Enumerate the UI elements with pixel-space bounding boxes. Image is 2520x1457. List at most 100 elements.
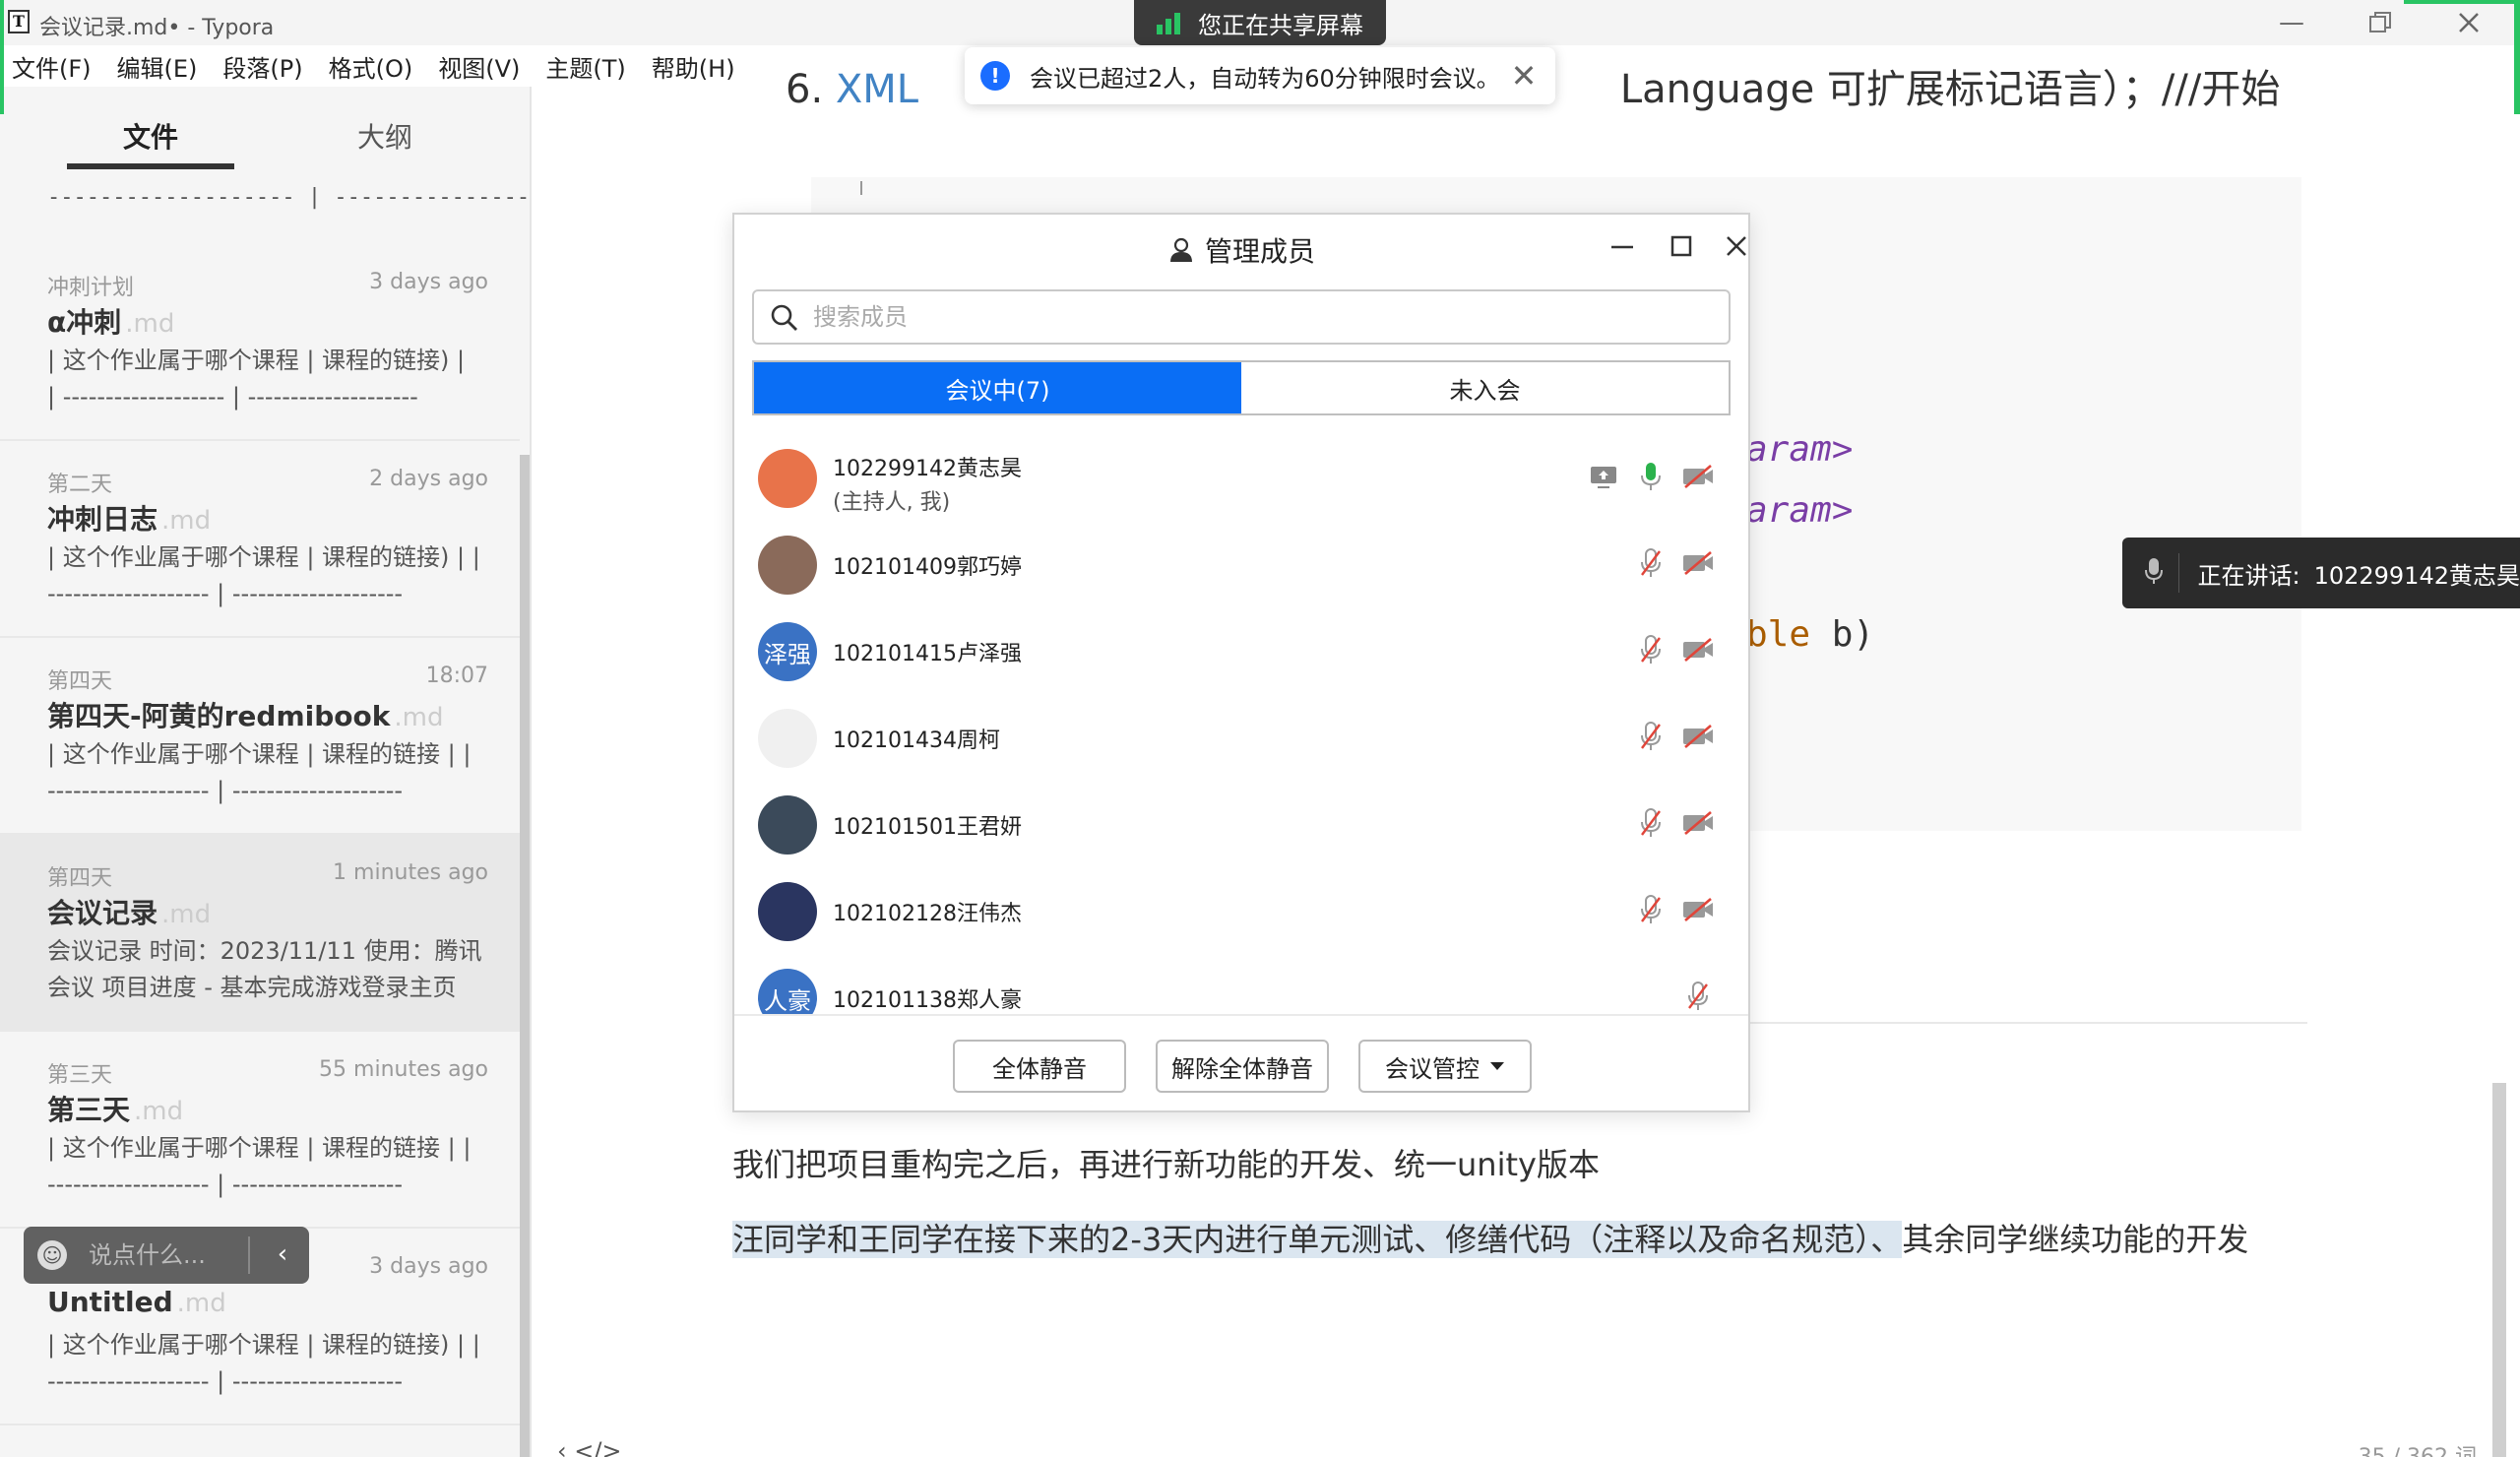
menu-paragraph[interactable]: 段落(P) (222, 49, 302, 84)
tab-in-meeting[interactable]: 会议中(7) (754, 362, 1241, 413)
xml-link[interactable]: XML (836, 67, 918, 112)
member-row[interactable]: 102101409郭巧婷 (734, 520, 1748, 606)
camera-off-icon[interactable] (1681, 894, 1715, 925)
member-name: 102101434周柯 (833, 728, 1000, 753)
mic-on-icon[interactable] (1634, 461, 1668, 492)
mic-muted-icon[interactable] (1634, 721, 1668, 752)
member-row[interactable]: 102299142黄志昊 (主持人, 我) (734, 433, 1748, 520)
menu-format[interactable]: 格式(O) (329, 49, 413, 84)
maximize-window-button[interactable] (2359, 4, 2402, 41)
heading-text: Language 可扩展标记语言）；///开始 (1619, 67, 2281, 112)
file-card[interactable]: 第二天 2 days ago 冲刺日志 .md | 这个作业属于哪个课程 | 课程… (0, 441, 520, 638)
member-controls (1634, 894, 1715, 925)
search-member-input[interactable] (813, 291, 1699, 343)
search-icon (771, 304, 797, 331)
chat-input[interactable] (79, 1227, 256, 1284)
camera-off-icon[interactable] (1681, 721, 1715, 752)
member-row[interactable]: 人豪 102101138郑人豪 (734, 953, 1748, 1014)
tab-files[interactable]: 文件 (67, 116, 234, 156)
active-tab-indicator (67, 163, 234, 169)
avatar: 泽强 (758, 622, 817, 681)
editor-scrollbar[interactable] (2492, 1083, 2506, 1457)
minimize-window-button[interactable]: — (2270, 4, 2313, 41)
member-row[interactable]: 泽强 102101415卢泽强 (734, 606, 1748, 693)
manage-members-dialog: 管理成员 会议中(7) 未入会 102299142黄志昊 (主持人, 我) 1021… (732, 213, 1750, 1112)
file-time: 3 days ago (369, 270, 488, 294)
avatar: 人豪 (758, 969, 817, 1014)
file-excerpt: 会议记录 时间：2023/11/11 使用：腾讯 会议 项目进度 - 基本完成游… (47, 937, 482, 1001)
mute-all-button[interactable]: 全体静音 (953, 1040, 1126, 1093)
file-title: 会议记录 .md (47, 897, 212, 929)
close-icon (2459, 13, 2479, 32)
file-excerpt: | 这个作业属于哪个课程 | 课程的链接 | | ---------------… (47, 740, 472, 804)
collapse-chat-button[interactable]: ‹ (266, 1238, 299, 1272)
mic-muted-icon[interactable] (1634, 547, 1668, 579)
divider (248, 1236, 250, 1274)
member-name: 102299142黄志昊 (833, 457, 1022, 481)
file-folder: 第四天 (47, 669, 113, 694)
code-cursor (860, 181, 862, 195)
dialog-title-wrap: 管理成员 (1167, 230, 1315, 270)
tab-not-joined[interactable]: 未入会 (1241, 362, 1729, 413)
word-count[interactable]: 35 / 362 词 (2359, 1439, 2477, 1457)
heading-number: 6. (786, 67, 824, 112)
minimize-dialog-button[interactable] (1601, 228, 1644, 272)
close-window-button[interactable] (2447, 4, 2490, 41)
member-row[interactable]: 102102128汪伟杰 (734, 866, 1748, 953)
divider (2178, 553, 2180, 593)
mic-muted-icon[interactable] (1634, 894, 1668, 925)
camera-off-icon[interactable] (1681, 634, 1715, 665)
maximize-dialog-button[interactable] (1660, 228, 1703, 272)
file-folder: 冲刺计划 (47, 276, 135, 300)
camera-off-icon[interactable] (1681, 807, 1715, 839)
file-ext: .md (161, 900, 212, 929)
unmute-all-button[interactable]: 解除全体静音 (1156, 1040, 1329, 1093)
mic-icon (2138, 557, 2169, 589)
avatar (758, 449, 817, 508)
mic-muted-icon[interactable] (1634, 634, 1668, 665)
file-card[interactable]: 第三天 55 minutes ago 第三天 .md | 这个作业属于哪个课程 |… (0, 1032, 520, 1229)
file-excerpt: | 这个作业属于哪个课程 | 课程的链接) | | --------------… (47, 543, 480, 607)
member-row[interactable]: 102101434周柯 (734, 693, 1748, 780)
footer-controls[interactable]: ‹ </> (557, 1437, 622, 1457)
file-excerpt: | 这个作业属于哪个课程 | 课程的链接) | | --------------… (47, 1331, 480, 1395)
screen-share-indicator[interactable]: 您正在共享屏幕 (1134, 0, 1386, 45)
file-time: 55 minutes ago (319, 1057, 488, 1082)
meeting-control-button[interactable]: 会议管控 (1358, 1040, 1532, 1093)
paragraph: 我们把项目重构完之后，再进行新功能的开发、统一unity版本 (732, 1146, 1600, 1183)
sidebar-scrollbar[interactable] (520, 455, 530, 1457)
avatar (758, 882, 817, 941)
file-ext: .md (394, 703, 444, 732)
member-controls (1681, 981, 1715, 1012)
mic-muted-icon[interactable] (1634, 807, 1668, 839)
tab-outline[interactable]: 大纲 (301, 116, 469, 156)
meeting-control-label: 会议管控 (1385, 1054, 1480, 1083)
file-card[interactable]: 第四天 18:07 第四天-阿黄的redmibook .md | 这个作业属于哪个… (0, 638, 520, 835)
meeting-notification: ! 会议已超过2人，自动转为60分钟限时会议。 ✕ (965, 47, 1555, 104)
paragraph-selected: 汪同学和王同学在接下来的2-3天内进行单元测试、修缮代码（注释以及命名规范）、其… (732, 1221, 2249, 1258)
member-name: 102101415卢泽强 (833, 642, 1022, 666)
member-row[interactable]: 102101501王君妍 (734, 780, 1748, 866)
close-dialog-button[interactable] (1715, 228, 1758, 272)
menu-view[interactable]: 视图(V) (438, 49, 520, 84)
window-title: 会议记录.md• - Typora (39, 16, 275, 40)
file-card-active[interactable]: 第四天 1 minutes ago 会议记录 .md 会议记录 时间：2023/1… (0, 835, 520, 1032)
menu-file[interactable]: 文件(F) (12, 49, 92, 84)
mic-muted-icon[interactable] (1681, 981, 1715, 1012)
member-controls (1634, 547, 1715, 579)
file-time: 2 days ago (369, 467, 488, 491)
camera-off-icon[interactable] (1681, 547, 1715, 579)
file-card[interactable]: 冲刺计划 3 days ago α冲刺 .md | 这个作业属于哪个课程 | 课程… (0, 244, 520, 441)
camera-off-icon[interactable] (1681, 461, 1715, 492)
file-folder: 第三天 (47, 1063, 113, 1088)
user-icon (1170, 237, 1192, 262)
file-folder: 第四天 (47, 866, 113, 891)
caret-down-icon (1490, 1062, 1504, 1070)
member-name: 102102128汪伟杰 (833, 902, 1022, 926)
file-excerpt: | 这个作业属于哪个课程 | 课程的链接 | | ---------------… (47, 1134, 472, 1198)
menu-edit[interactable]: 编辑(E) (117, 49, 198, 84)
emoji-icon[interactable]: ☺ (37, 1240, 67, 1270)
avatar (758, 795, 817, 855)
close-notification-button[interactable]: ✕ (1504, 57, 1544, 95)
screen-share-icon[interactable] (1587, 461, 1620, 492)
